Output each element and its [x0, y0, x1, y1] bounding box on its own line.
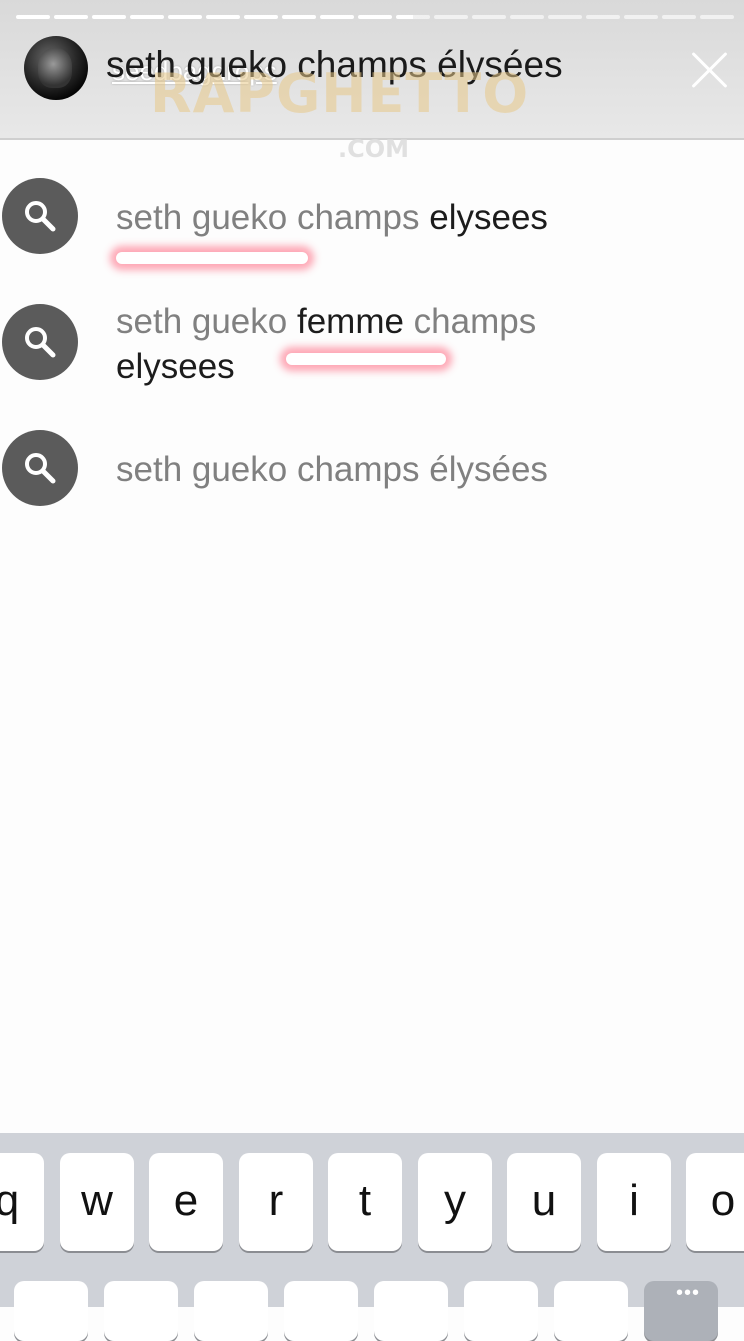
suggestion-text-dim: seth gueko: [116, 302, 297, 341]
highlight-underline: [116, 252, 308, 264]
story-progress-bar: [16, 15, 734, 19]
progress-segment: [282, 15, 316, 19]
close-icon[interactable]: [688, 48, 732, 92]
search-icon: [2, 178, 78, 254]
suggestion-text-rest: champs: [403, 302, 537, 341]
watermark-brand: RAPGHETTO: [150, 62, 530, 125]
search-icon: [2, 304, 78, 380]
key-e[interactable]: e: [149, 1153, 223, 1251]
suggestion-text-bold-2: elysees: [116, 347, 235, 386]
progress-segment: [206, 15, 240, 19]
progress-segment: [548, 15, 582, 19]
key-y[interactable]: y: [418, 1153, 492, 1251]
key-row2[interactable]: [464, 1281, 538, 1341]
keyboard: q w e r t y u i o: [0, 1133, 744, 1341]
progress-segment: [16, 15, 50, 19]
progress-segment: [92, 15, 126, 19]
progress-segment: [700, 15, 734, 19]
progress-segment: [662, 15, 696, 19]
more-options-icon[interactable]: •••: [676, 1282, 700, 1305]
suggestion-item[interactable]: seth gueko champs élysées: [0, 430, 744, 510]
suggestion-item[interactable]: seth gueko champs elysees: [0, 178, 744, 258]
suggestion-text: seth gueko champs elysees: [116, 195, 716, 240]
avatar[interactable]: [24, 36, 88, 100]
key-row2[interactable]: [374, 1281, 448, 1341]
progress-segment: [320, 15, 354, 19]
key-row2[interactable]: [14, 1281, 88, 1341]
suggestion-text-bold: femme: [296, 302, 404, 341]
progress-segment: [168, 15, 202, 19]
key-row2[interactable]: [104, 1281, 178, 1341]
progress-segment: [510, 15, 544, 19]
suggestion-text: seth gueko champs élysées: [116, 447, 716, 492]
key-t[interactable]: t: [328, 1153, 402, 1251]
suggestion-text-dim: seth gueko champs: [116, 198, 430, 237]
progress-segment: [358, 15, 392, 19]
key-r[interactable]: r: [239, 1153, 313, 1251]
key-row2[interactable]: [194, 1281, 268, 1341]
progress-segment: [396, 15, 430, 19]
suggestion-text-bold: elysees: [429, 198, 548, 237]
key-q[interactable]: q: [0, 1153, 44, 1251]
progress-segment: [130, 15, 164, 19]
key-u[interactable]: u: [507, 1153, 581, 1251]
progress-segment: [54, 15, 88, 19]
key-row2[interactable]: [554, 1281, 628, 1341]
key-o[interactable]: o: [686, 1153, 744, 1251]
highlight-underline: [286, 353, 446, 365]
avatar-image: [38, 48, 72, 88]
search-icon: [2, 430, 78, 506]
progress-segment: [586, 15, 620, 19]
key-row2[interactable]: [284, 1281, 358, 1341]
key-i[interactable]: i: [597, 1153, 671, 1251]
suggestion-text-dim: seth gueko champs élysées: [116, 450, 548, 489]
progress-segment: [472, 15, 506, 19]
progress-segment: [434, 15, 468, 19]
watermark-domain: .COM: [338, 135, 410, 163]
progress-segment: [624, 15, 658, 19]
key-w[interactable]: w: [60, 1153, 134, 1251]
progress-segment: [244, 15, 278, 19]
suggestion-text: seth gueko femme champs elysees: [116, 299, 606, 389]
